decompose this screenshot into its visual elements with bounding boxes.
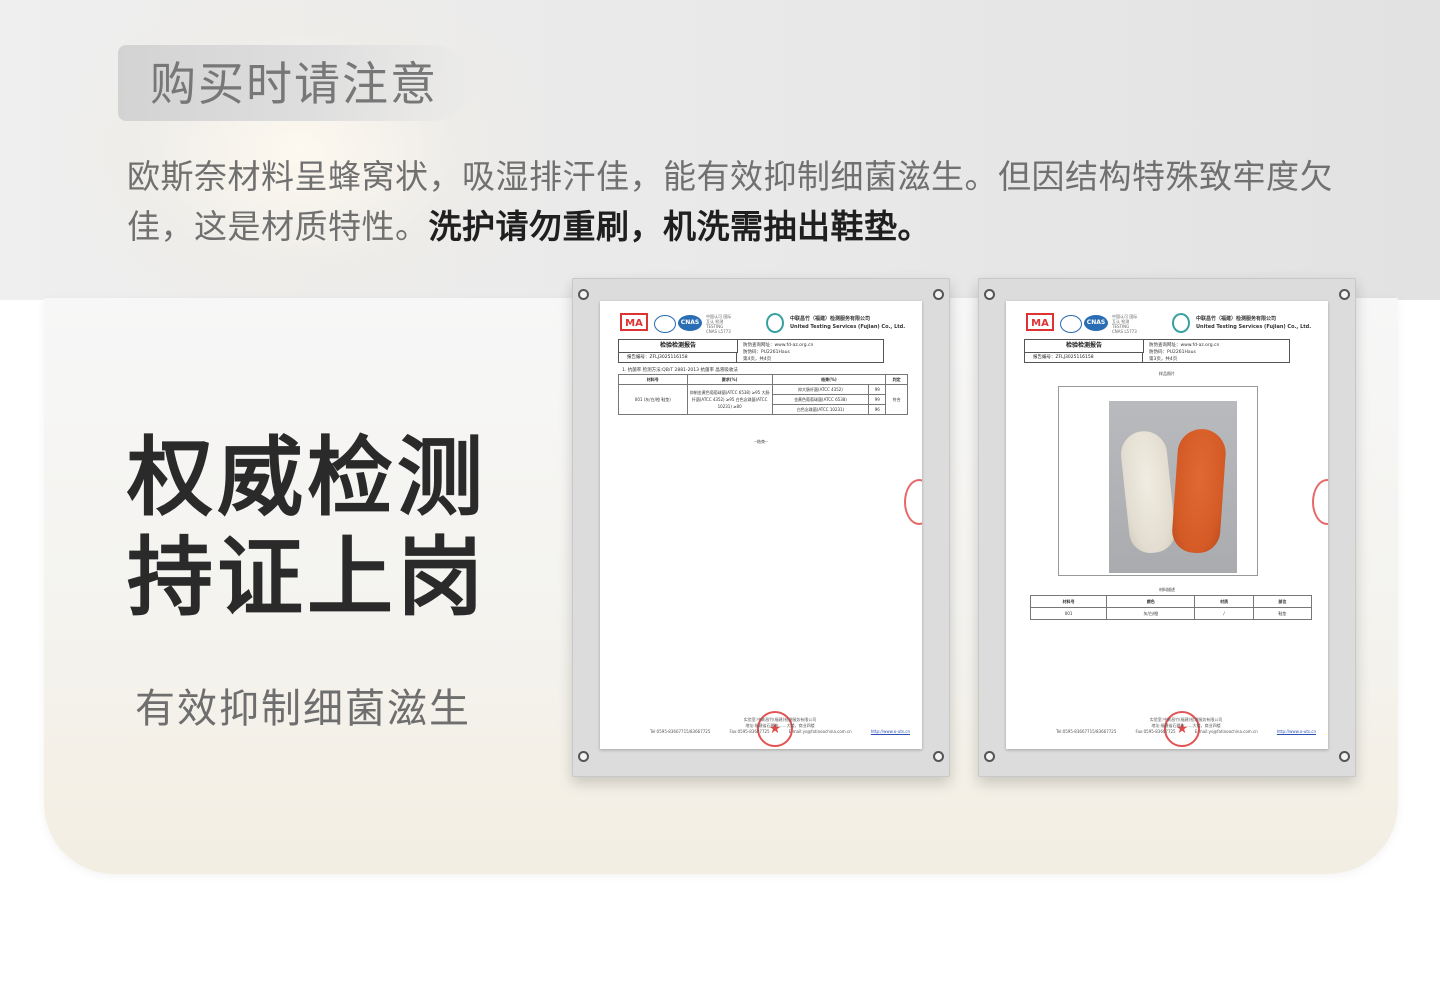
footer-tel: Tel:0595-83667715/83667725 <box>650 729 711 734</box>
company-cn: 中联昌竹（福建）检测服务有限公司 <box>790 316 871 322</box>
end-mark: --结束-- <box>754 439 768 444</box>
table-header: 结果(%) <box>771 374 887 385</box>
bolt-icon <box>578 289 589 300</box>
table-cell: 鞋垫 <box>1252 607 1313 620</box>
query-site: 防伪查询网址：www.fd-az.org.cn <box>1149 343 1220 348</box>
ma-logo-icon: MA <box>1026 313 1054 331</box>
company-en: United Testing Services (Fujian) Co., Lt… <box>790 324 906 330</box>
table-header: 材料号 <box>618 374 688 385</box>
ilac-logo-icon <box>1060 315 1082 333</box>
company-cn: 中联昌竹（福建）检测服务有限公司 <box>1196 316 1277 322</box>
report-footer: 实验室:中联昌竹(福建)检测服务有限公司 地址:福建省石狮市……大楼，商业四楼 … <box>650 717 910 735</box>
query-site: 防伪查询网址：www.fd-az.org.cn <box>743 343 814 348</box>
table-header: 要求(%) <box>686 374 773 385</box>
table-header: 材质 <box>1194 595 1254 608</box>
uts-logo-icon <box>1172 313 1190 333</box>
table-cell: 96 <box>868 404 887 415</box>
table-cell: 99 <box>868 384 887 395</box>
page-number: 第4页，共4页 <box>743 357 772 362</box>
report-number: 报告编号：ZFLJ3025116158 <box>1025 352 1143 363</box>
company-name: 中联昌竹（福建）检测服务有限公司 United Testing Services … <box>790 315 905 331</box>
table-cell: 抑大肠杆菌(ATCC 4352) <box>771 384 870 395</box>
notice-title: 购买时请注意 <box>150 57 438 111</box>
query-code: 防伪码：PU2261Haus <box>743 350 790 355</box>
table-cell: 001 (灰/白/橙 鞋垫) <box>618 384 688 415</box>
bolt-icon <box>984 289 995 300</box>
material-caption: 材料描述 <box>1159 587 1175 592</box>
report-frame-2: MA CNAS 中国认可 国际互认 检测 TESTING CNAS L5773 … <box>978 278 1356 777</box>
table-cell: 灰/白/橙 <box>1106 607 1196 620</box>
table-cell: 白色念珠菌(ATCC 10231) <box>771 404 870 415</box>
notice-text-emphasis: 洗护请勿重刷，机洗需抽出鞋垫。 <box>428 207 931 246</box>
report-sheet-1: MA CNAS 中国认可 国际互认 检测 TESTING CNAS L5773 … <box>600 301 922 749</box>
seal-icon <box>1312 479 1328 525</box>
company-name: 中联昌竹（福建）检测服务有限公司 United Testing Services … <box>1196 315 1311 331</box>
bolt-icon <box>984 751 995 762</box>
table-header: 材料号 <box>1029 595 1108 608</box>
feature-headline: 权威检测 持证上岗 <box>127 428 487 628</box>
footer-email: E-mail:ys@fatinoochina.com.cn <box>1194 729 1258 734</box>
report-frame-1: MA CNAS 中国认可 国际互认 检测 TESTING CNAS L5773 … <box>572 278 950 777</box>
white-insole-image <box>1118 428 1178 556</box>
table-header: 颜色 <box>1106 595 1196 608</box>
table-header: 部位 <box>1252 595 1313 608</box>
table-cell: 001 <box>1029 607 1108 620</box>
sample-photo-box <box>1058 386 1258 576</box>
feature-subtitle: 有效抑制细菌滋生 <box>135 686 471 732</box>
headline-line-1: 权威检测 <box>127 428 487 528</box>
company-en: United Testing Services (Fujian) Co., Lt… <box>1196 324 1312 330</box>
table-cell: 99 <box>868 394 887 405</box>
report-header: MA CNAS 中国认可 国际互认 检测 TESTING CNAS L5773 … <box>1026 313 1316 337</box>
accreditation-text: 中国认可 国际互认 检测 TESTING CNAS L5773 <box>706 314 732 334</box>
report-query: 防伪查询网址：www.fd-az.org.cn 防伪码：PU2261Haus 第… <box>743 342 813 363</box>
report-number: 报告编号：ZFLJ3025116158 <box>619 352 737 363</box>
table-header: 判定 <box>885 374 908 385</box>
bolt-icon <box>578 751 589 762</box>
footer-web-link[interactable]: http://www.o-uts.cn <box>1277 729 1316 735</box>
footer-email: E-mail:ys@fatinoochina.com.cn <box>788 729 852 734</box>
footer-fax: Fax:0595-83667725 <box>1135 729 1176 734</box>
result-table: 材料号 要求(%) 结果(%) 判定 001 (灰/白/橙 鞋垫) 抑制金黄色葡… <box>618 374 908 415</box>
page-number: 第3页，共4页 <box>1149 357 1178 362</box>
uts-logo-icon <box>766 313 784 333</box>
headline-line-2: 持证上岗 <box>127 528 487 628</box>
orange-insole-image <box>1170 427 1228 555</box>
cnas-logo-icon: CNAS <box>678 315 702 331</box>
ilac-logo-icon <box>654 315 676 333</box>
report-query: 防伪查询网址：www.fd-az.org.cn 防伪码：PU2261Haus 第… <box>1149 342 1219 363</box>
bolt-icon <box>933 289 944 300</box>
table-cell: 符合 <box>885 384 908 415</box>
table-row: 001 (灰/白/橙 鞋垫) 抑制金黄色葡萄球菌(ATCC 6538) ≥95 … <box>618 384 908 415</box>
report-header: MA CNAS 中国认可 国际互认 检测 TESTING CNAS L5773 … <box>620 313 910 337</box>
footer-web-link[interactable]: http://www.o-uts.cn <box>871 729 910 735</box>
material-table: 材料号 颜色 材质 部位 001 灰/白/橙 / 鞋垫 <box>1029 595 1313 620</box>
bolt-icon <box>1339 751 1350 762</box>
seal-icon <box>904 479 922 525</box>
table-cell: 抑制金黄色葡萄球菌(ATCC 6538) ≥95 大肠杆菌(ATCC 4352)… <box>686 384 773 415</box>
table-cell: 金黄色葡萄球菌(ATCC 6538) <box>771 394 870 405</box>
report-footer: 实验室:中联昌竹(福建)检测服务有限公司 地址:福建省石狮市……大楼，商业四楼 … <box>1056 717 1316 735</box>
footer-tel: Tel:0595-83667715/83667725 <box>1056 729 1117 734</box>
report-sheet-2: MA CNAS 中国认可 国际互认 检测 TESTING CNAS L5773 … <box>1006 301 1328 749</box>
notice-text: 欧斯奈材料呈蜂窝状，吸湿排汗佳，能有效抑制细菌滋生。但因结构特殊致牢度欠佳，这是… <box>127 152 1357 252</box>
photo-caption: 样品照片 <box>1159 371 1175 376</box>
table-row: 001 灰/白/橙 / 鞋垫 <box>1029 607 1313 620</box>
sample-photo <box>1109 401 1237 573</box>
bolt-icon <box>933 751 944 762</box>
ma-logo-icon: MA <box>620 313 648 331</box>
accreditation-text: 中国认可 国际互认 检测 TESTING CNAS L5773 <box>1112 314 1138 334</box>
cnas-logo-icon: CNAS <box>1084 315 1108 331</box>
report-title-box: 检验检测报告 报告编号：ZFLJ3025116158 防伪查询网址：www.fd… <box>1024 339 1290 363</box>
footer-fax: Fax:0595-83667725 <box>729 729 770 734</box>
bolt-icon <box>1339 289 1350 300</box>
query-code: 防伪码：PU2261Haus <box>1149 350 1196 355</box>
table-cell: / <box>1194 607 1254 620</box>
section-title: 1. 抗菌率 检测方法:QB/T 2881-2013 抗菌率 晶液吸收法 <box>622 368 738 373</box>
report-title-box: 检验检测报告 报告编号：ZFLJ3025116158 防伪查询网址：www.fd… <box>618 339 884 363</box>
